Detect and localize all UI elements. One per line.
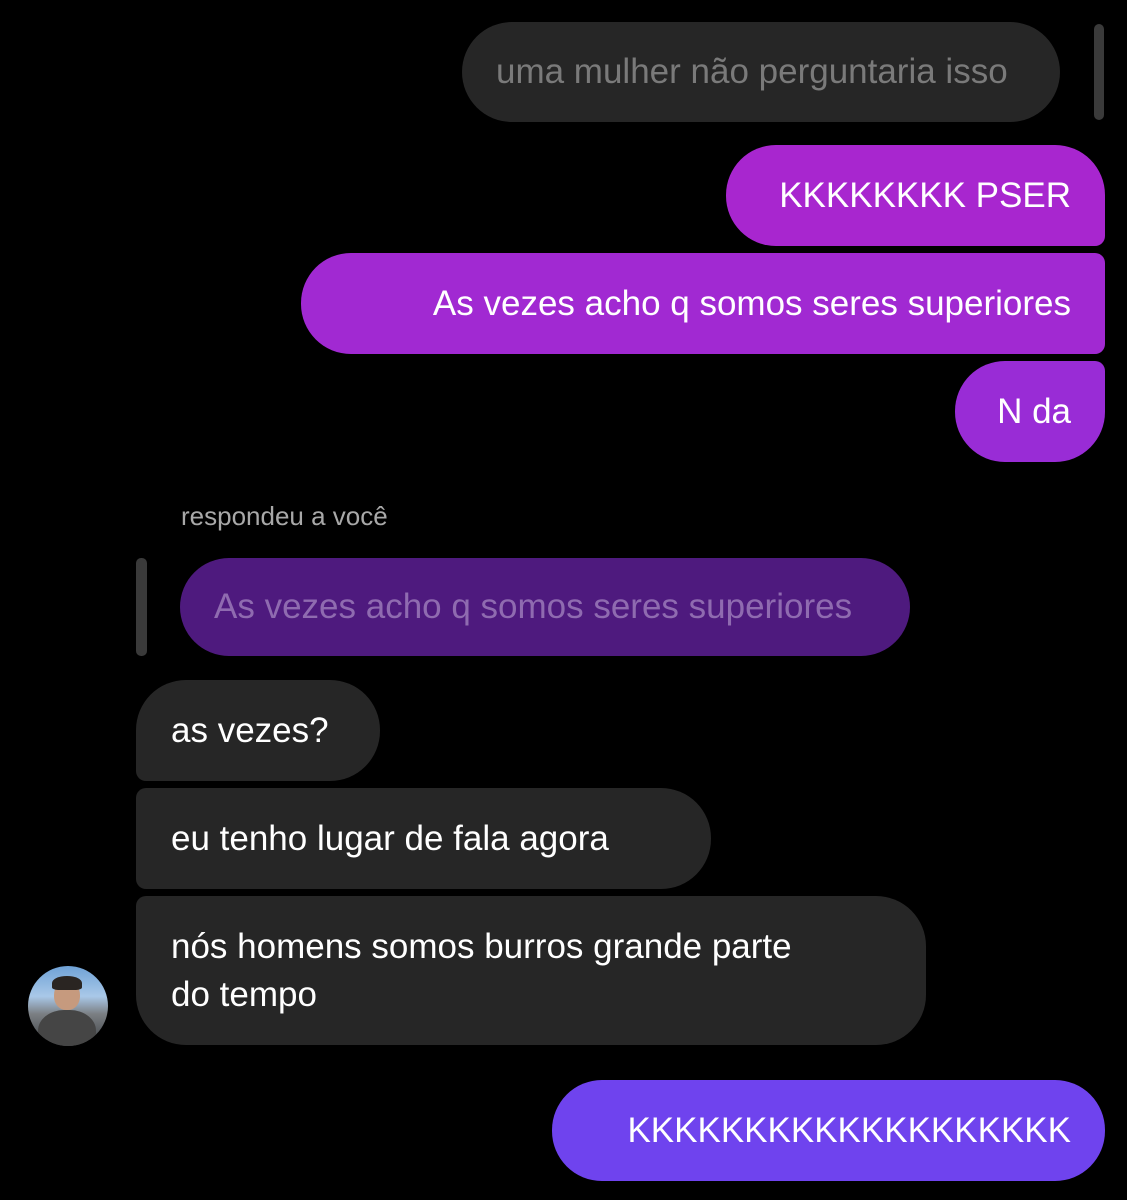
quoted-message-text: As vezes acho q somos seres superiores [214, 587, 853, 626]
quoted-previous-message-text: uma mulher não perguntaria isso [496, 52, 1008, 91]
outgoing-message-3[interactable]: N da [955, 361, 1105, 462]
avatar[interactable] [28, 966, 108, 1046]
reply-label: respondeu a você [181, 501, 388, 531]
outgoing-message-1-text: KKKKKKKK PSER [779, 175, 1071, 215]
quoted-message[interactable]: As vezes acho q somos seres superiores [180, 558, 910, 656]
incoming-message-2-text: eu tenho lugar de fala agora [171, 818, 609, 858]
incoming-message-1-text: as vezes? [171, 710, 329, 750]
outgoing-message-2[interactable]: As vezes acho q somos seres superiores [301, 253, 1105, 354]
quoted-previous-message[interactable]: uma mulher não perguntaria isso [462, 22, 1060, 122]
outgoing-message-1[interactable]: KKKKKKKK PSER [726, 145, 1105, 246]
outgoing-message-4[interactable]: KKKKKKKKKKKKKKKKKKK [552, 1080, 1105, 1181]
outgoing-message-3-text: N da [997, 391, 1071, 431]
scrollbar[interactable] [1094, 24, 1104, 120]
outgoing-message-2-text: As vezes acho q somos seres superiores [432, 283, 1071, 323]
avatar-body-shape [38, 1010, 96, 1046]
incoming-message-3[interactable]: nós homens somos burros grande parte do … [136, 896, 926, 1045]
incoming-message-3-line-2: do tempo [171, 974, 317, 1014]
outgoing-message-4-text: KKKKKKKKKKKKKKKKKKK [627, 1110, 1071, 1150]
incoming-message-1[interactable]: as vezes? [136, 680, 380, 781]
avatar-hair-shape [52, 976, 82, 990]
incoming-message-2[interactable]: eu tenho lugar de fala agora [136, 788, 711, 889]
quote-indicator-bar [136, 558, 147, 656]
incoming-message-3-line-1: nós homens somos burros grande parte [171, 926, 792, 966]
